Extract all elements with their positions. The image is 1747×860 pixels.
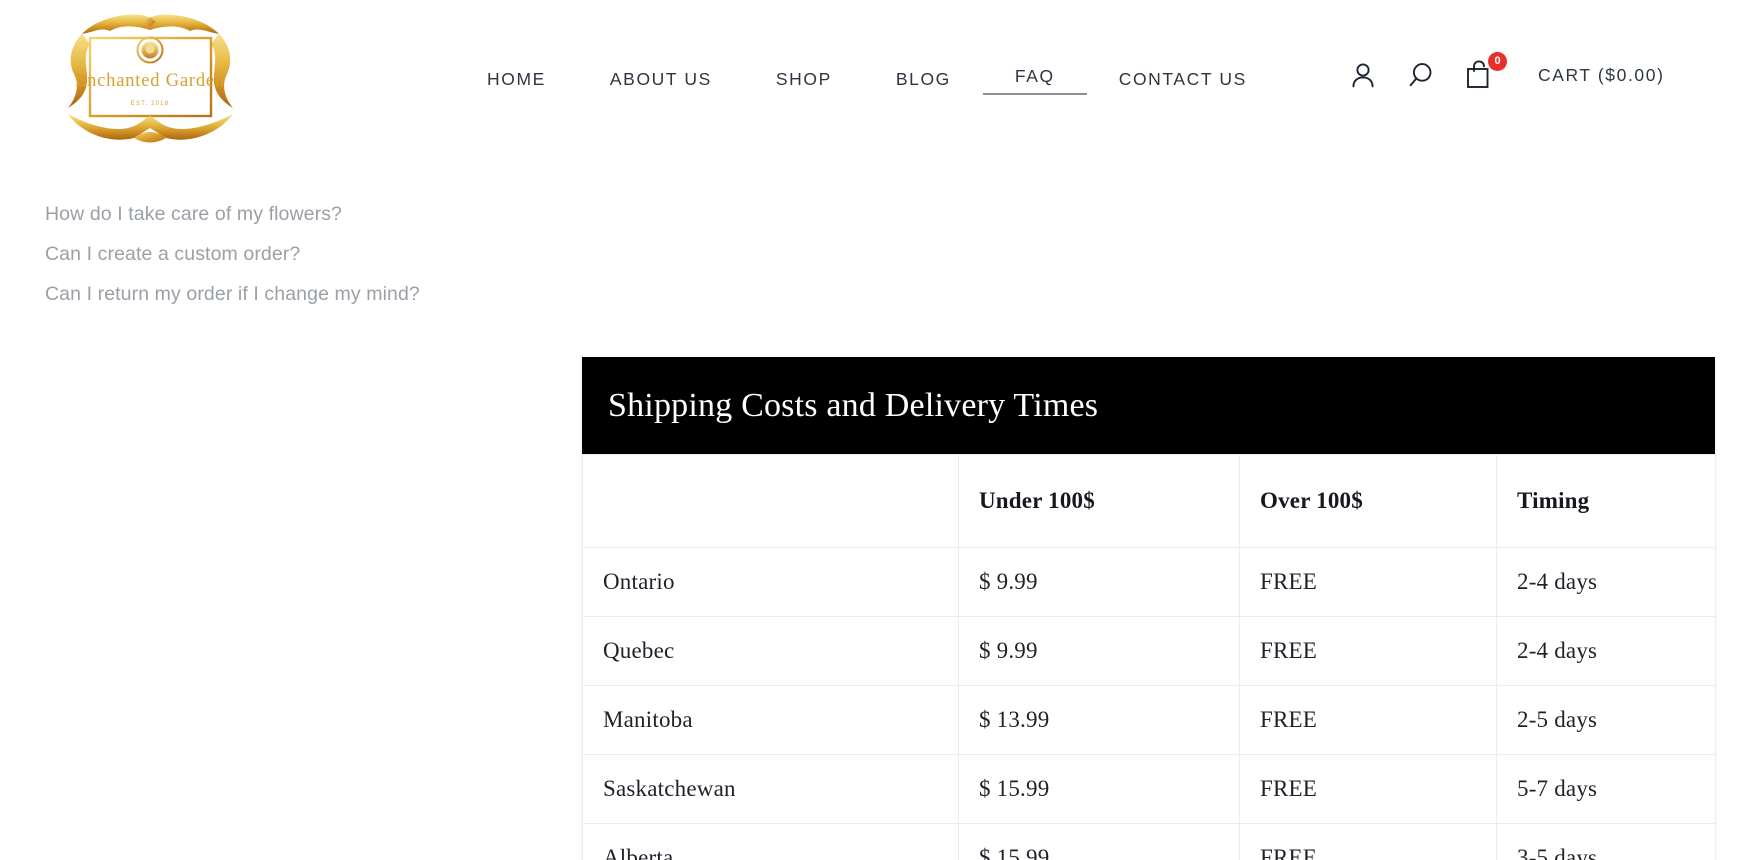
table-header-row: Under 100$ Over 100$ Timing (582, 454, 1716, 548)
table-row: Saskatchewan $ 15.99 FREE 5-7 days (582, 754, 1716, 824)
cell-over-100: FREE (1239, 685, 1497, 755)
cell-region: Alberta (582, 823, 959, 860)
shipping-table-card: Shipping Costs and Delivery Times Under … (582, 357, 1716, 860)
cell-under-100: $ 13.99 (958, 685, 1240, 755)
column-header-over-100: Over 100$ (1239, 454, 1497, 548)
column-header-under-100: Under 100$ (958, 454, 1240, 548)
enchanted-garden-logo-icon: Enchanted Garden EST. 2018 (68, 14, 233, 143)
cell-timing: 5-7 days (1496, 754, 1716, 824)
cell-region: Manitoba (582, 685, 959, 755)
header-icon-group: 0 CART ($0.00) (1348, 52, 1665, 92)
cell-timing: 3-5 days (1496, 823, 1716, 860)
main-navigation: HOME ABOUT US SHOP BLOG FAQ CONTACT US (455, 62, 1279, 95)
page-content: How do I take care of my flowers? Can I … (0, 172, 1747, 860)
user-icon (1352, 63, 1374, 88)
shipping-table-title-bar: Shipping Costs and Delivery Times (582, 357, 1715, 454)
table-body: Ontario $ 9.99 FREE 2-4 days Quebec $ 9.… (582, 547, 1716, 860)
nav-item-shop[interactable]: SHOP (744, 65, 864, 93)
nav-item-contact-us[interactable]: CONTACT US (1087, 65, 1279, 93)
table-row: Manitoba $ 13.99 FREE 2-5 days (582, 685, 1716, 755)
cell-under-100: $ 15.99 (958, 823, 1240, 860)
nav-item-blog[interactable]: BLOG (864, 65, 983, 93)
cell-over-100: FREE (1239, 754, 1497, 824)
site-logo[interactable]: Enchanted Garden EST. 2018 (38, 2, 263, 162)
logo-established: EST. 2018 (131, 101, 170, 107)
table-head: Under 100$ Over 100$ Timing (582, 454, 1716, 548)
nav-item-home[interactable]: HOME (455, 65, 578, 93)
cell-timing: 2-5 days (1496, 685, 1716, 755)
nav-item-faq[interactable]: FAQ (982, 62, 1087, 95)
cart-button[interactable]: 0 (1464, 52, 1507, 92)
faq-question-item[interactable]: How do I take care of my flowers? (45, 194, 425, 234)
cell-over-100: FREE (1239, 616, 1497, 686)
cart-count-badge: 0 (1488, 52, 1507, 71)
cell-region: Ontario (582, 547, 959, 617)
cell-over-100: FREE (1239, 547, 1497, 617)
cell-under-100: $ 9.99 (958, 547, 1240, 617)
shipping-costs-table: Under 100$ Over 100$ Timing Ontario $ 9.… (582, 454, 1716, 860)
search-icon (1409, 63, 1432, 87)
site-header: Enchanted Garden EST. 2018 HOME ABOUT US… (0, 0, 1747, 172)
search-button[interactable] (1406, 58, 1436, 92)
cart-total-label[interactable]: CART ($0.00) (1538, 65, 1665, 86)
cell-under-100: $ 9.99 (958, 616, 1240, 686)
cell-over-100: FREE (1239, 823, 1497, 860)
shipping-table-title: Shipping Costs and Delivery Times (608, 386, 1099, 424)
nav-item-about-us[interactable]: ABOUT US (578, 65, 744, 93)
faq-question-item[interactable]: Can I create a custom order? (45, 234, 425, 274)
cell-timing: 2-4 days (1496, 547, 1716, 617)
table-row: Quebec $ 9.99 FREE 2-4 days (582, 616, 1716, 686)
column-header-region (582, 454, 959, 548)
faq-question-item[interactable]: Can I return my order if I change my min… (45, 274, 425, 314)
cell-timing: 2-4 days (1496, 616, 1716, 686)
faq-question-list: How do I take care of my flowers? Can I … (45, 194, 425, 314)
cell-region: Quebec (582, 616, 959, 686)
column-header-timing: Timing (1496, 454, 1716, 548)
table-row: Alberta $ 15.99 FREE 3-5 days (582, 823, 1716, 860)
cell-region: Saskatchewan (582, 754, 959, 824)
logo-wordmark: Enchanted Garden (75, 71, 225, 91)
cell-under-100: $ 15.99 (958, 754, 1240, 824)
account-button[interactable] (1348, 58, 1378, 92)
table-row: Ontario $ 9.99 FREE 2-4 days (582, 547, 1716, 617)
